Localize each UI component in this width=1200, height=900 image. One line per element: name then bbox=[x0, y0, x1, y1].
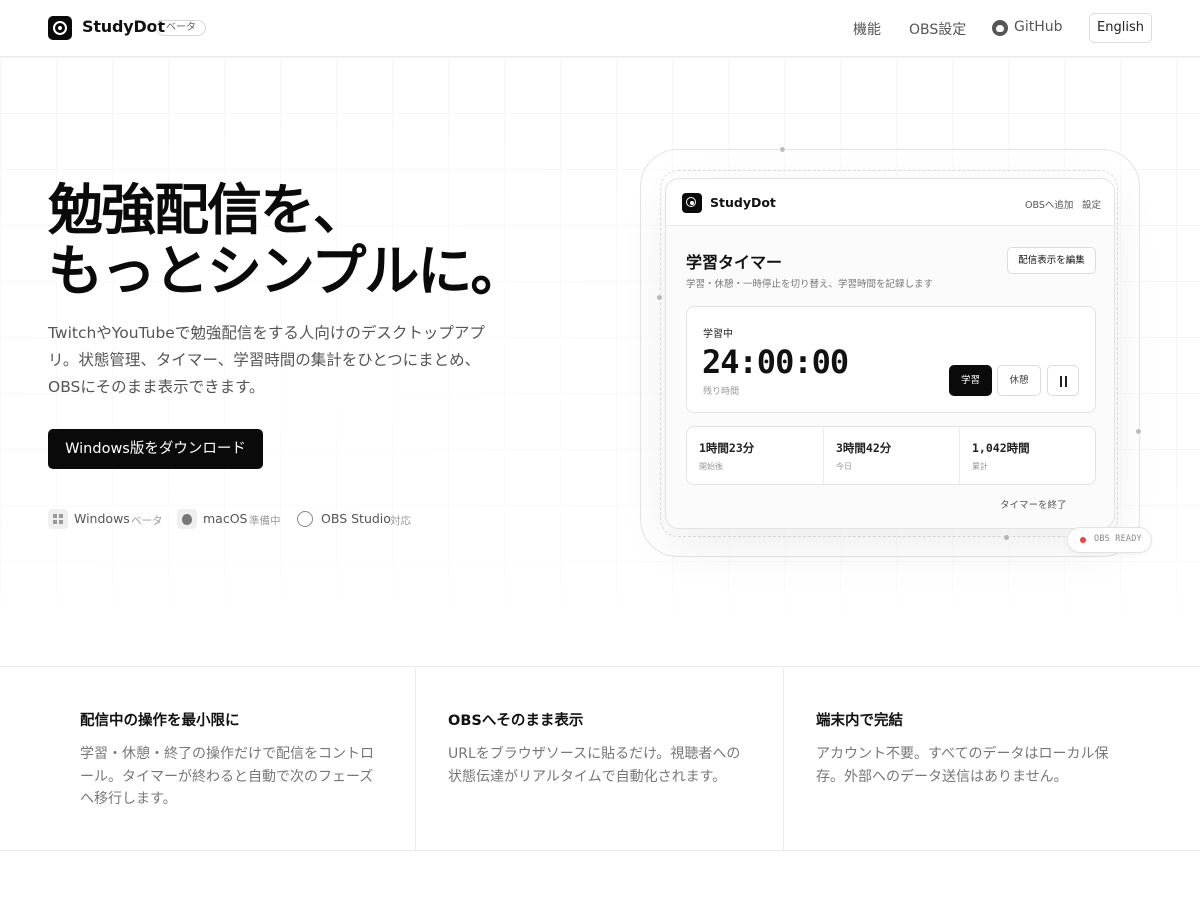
hero-title: 勉強配信を、 もっとシンプルに。 bbox=[48, 178, 525, 303]
hero-title-line-1: 勉強配信を、 bbox=[48, 178, 368, 242]
app-subtitle: 学習・休憩・一時停止を切り替え、学習時間を記録します bbox=[686, 279, 934, 290]
frame-dot bbox=[1003, 534, 1010, 541]
timer-card: 学習中 24:00:00 残り時間 学習 休憩 bbox=[686, 306, 1096, 413]
brand-name[interactable]: StudyDot bbox=[82, 17, 165, 36]
platform-status: ベータ bbox=[131, 515, 163, 527]
status-dot-icon bbox=[1080, 537, 1086, 543]
break-button[interactable]: 休憩 bbox=[997, 365, 1041, 396]
hero-description: TwitchやYouTubeで勉強配信をする人向けのデスクトップアプリ。状態管理… bbox=[48, 324, 485, 396]
app-preview-window: StudyDot OBSへ追加 設定 学習タイマー 学習・休憩・一時停止を切り替… bbox=[665, 178, 1115, 529]
feature-description: URLをブラウザソースに貼るだけ。視聴者への状態伝達がリアルタイムで自動化されま… bbox=[448, 746, 741, 785]
app-brand: StudyDot bbox=[710, 195, 776, 210]
windows-icon bbox=[48, 509, 68, 529]
feature-description: 学習・休憩・終了の操作だけで配信をコントロール。タイマーが終わると自動で次のフェ… bbox=[80, 746, 374, 807]
timer-value: 24:00:00 bbox=[702, 343, 849, 381]
platform-name: OBS Studio bbox=[321, 511, 391, 526]
nav-obs-settings-link[interactable]: OBS設定 bbox=[909, 19, 966, 39]
frame-dot bbox=[1135, 428, 1142, 435]
platform-status: 対応 bbox=[390, 515, 411, 527]
add-to-obs-link[interactable]: OBSへ追加 bbox=[1025, 197, 1073, 211]
feature-title: 配信中の操作を最小限に bbox=[80, 713, 240, 729]
feature-title: OBSへそのまま表示 bbox=[448, 713, 584, 729]
feature-title: 端末内で完結 bbox=[816, 713, 903, 729]
github-icon[interactable] bbox=[992, 20, 1008, 36]
feature-obs-display: OBSへそのまま表示 URLをブラウザソースに貼るだけ。視聴者への状態伝達がリア… bbox=[415, 667, 783, 850]
stat-label: 開始後 bbox=[699, 462, 723, 471]
edit-stream-display-button[interactable]: 配信表示を編集 bbox=[1007, 247, 1096, 274]
beta-badge: ベータ bbox=[156, 20, 206, 36]
obs-icon bbox=[295, 509, 315, 529]
timer-state-label: 学習中 bbox=[703, 329, 733, 340]
pause-icon[interactable] bbox=[1047, 365, 1079, 396]
timer-remaining-label: 残り時間 bbox=[703, 387, 740, 397]
stat-value: 3時間42分 bbox=[836, 441, 892, 455]
site-header: StudyDot ベータ 機能 OBS設定 GitHub English bbox=[0, 0, 1200, 57]
app-preview-header: StudyDot OBSへ追加 設定 bbox=[666, 179, 1114, 226]
feature-description: アカウント不要。すべてのデータはローカル保存。外部へのデータ送信はありません。 bbox=[816, 746, 1109, 785]
nav-features-link[interactable]: 機能 bbox=[853, 19, 881, 39]
stat-label: 今日 bbox=[836, 462, 852, 471]
app-logo-icon bbox=[682, 193, 702, 213]
platform-name: Windows bbox=[74, 511, 130, 526]
stat-value: 1時間23分 bbox=[699, 441, 755, 455]
study-button[interactable]: 学習 bbox=[949, 365, 992, 396]
feature-local-only: 端末内で完結 アカウント不要。すべてのデータはローカル保存。外部へのデータ送信は… bbox=[783, 667, 1200, 850]
language-button[interactable]: English bbox=[1089, 13, 1152, 43]
settings-link[interactable]: 設定 bbox=[1082, 197, 1101, 211]
obs-status-text: OBS READY bbox=[1094, 534, 1142, 544]
apple-icon bbox=[177, 509, 197, 529]
app-title: 学習タイマー bbox=[686, 253, 783, 272]
download-windows-button[interactable]: Windows版をダウンロード bbox=[48, 429, 263, 469]
stats-card: 1時間23分 開始後 3時間42分 今日 1,042時間 累計 bbox=[686, 426, 1096, 485]
nav-github-link[interactable]: GitHub bbox=[1014, 19, 1063, 35]
obs-status-badge: OBS READY bbox=[1067, 527, 1152, 553]
stat-today: 3時間42分 今日 bbox=[823, 427, 959, 484]
stat-label: 累計 bbox=[972, 462, 988, 471]
platform-status: 準備中 bbox=[249, 515, 281, 527]
studydot-logo-icon[interactable] bbox=[48, 16, 72, 40]
features-section: 配信中の操作を最小限に 学習・休憩・終了の操作だけで配信をコントロール。タイマー… bbox=[0, 666, 1200, 851]
stat-value: 1,042時間 bbox=[972, 441, 1030, 455]
stat-since-start: 1時間23分 開始後 bbox=[687, 427, 823, 484]
end-timer-link[interactable]: タイマーを終了 bbox=[1000, 497, 1067, 511]
frame-dot bbox=[779, 146, 786, 153]
frame-dot bbox=[656, 294, 663, 301]
hero-title-line-2: もっとシンプルに。 bbox=[48, 239, 525, 303]
platform-name: macOS bbox=[203, 511, 248, 526]
stat-total: 1,042時間 累計 bbox=[959, 427, 1095, 484]
feature-minimal-operation: 配信中の操作を最小限に 学習・休憩・終了の操作だけで配信をコントロール。タイマー… bbox=[0, 667, 415, 850]
